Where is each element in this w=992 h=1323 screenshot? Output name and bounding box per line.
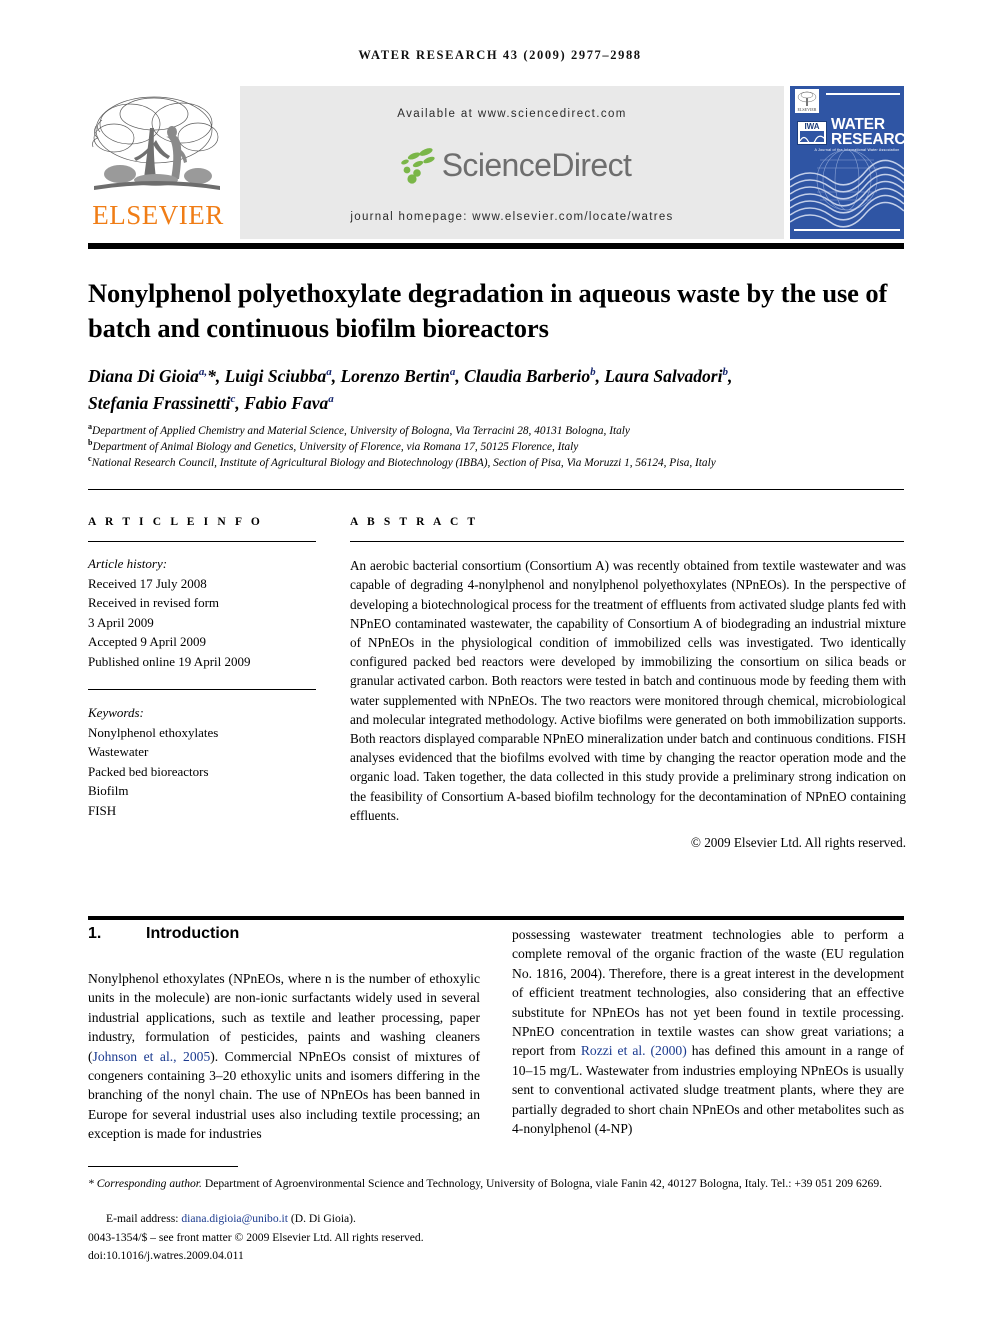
journal-homepage-text: journal homepage: www.elsevier.com/locat…	[350, 211, 674, 223]
corresponding-author-note: * Corresponding author. Department of Ag…	[88, 1177, 883, 1190]
email-note: E-mail address: diana.digioia@unibo.it (…	[88, 1211, 906, 1228]
article-info-heading: A R T I C L E I N F O	[88, 516, 263, 528]
section-title: Introduction	[146, 925, 240, 942]
sciencedirect-band: Available at www.sciencedirect.com Scien…	[240, 86, 784, 239]
article-history-item: Received 17 July 2008	[88, 575, 207, 591]
body-section-divider	[88, 916, 904, 920]
keywords-block: Keywords: Nonylphenol ethoxylates Wastew…	[88, 703, 316, 820]
footnote-divider	[88, 1166, 238, 1168]
article-info-rule	[88, 541, 316, 543]
article-info-section: A R T I C L E I N F O Article history: R…	[88, 516, 316, 820]
author-line-1: Diana Di Gioiaa,*, Luigi Sciubbaa, Loren…	[88, 366, 733, 386]
cover-journal-title: WATER RESEARCH	[831, 117, 904, 148]
keyword-item: Wastewater	[88, 744, 149, 760]
article-history-label: Article history:	[88, 556, 168, 572]
intro-paragraph-left: Nonylphenol ethoxylates (NPnEOs, where n…	[88, 971, 480, 1142]
author-list: Diana Di Gioiaa,*, Luigi Sciubbaa, Loren…	[88, 363, 918, 417]
email-label: E-mail address:	[106, 1212, 179, 1225]
article-history-item: Received in revised form	[88, 595, 220, 611]
page-title: Nonylphenol polyethoxylate degradation i…	[88, 277, 888, 343]
author-line-2: Stefania Frassinettic, Fabio Favaa	[88, 393, 334, 413]
affiliation-item: aDepartment of Applied Chemistry and Mat…	[88, 423, 918, 440]
keyword-item: Packed bed bioreactors	[88, 763, 209, 779]
abstract-section: A B S T R A C T An aerobic bacterial con…	[350, 516, 918, 851]
svg-text:ELSEVIER: ELSEVIER	[798, 107, 817, 112]
iwa-logo-icon: IWA	[797, 121, 827, 145]
cover-bottom-rule	[794, 229, 900, 231]
article-history-item: Published online 19 April 2009	[88, 653, 251, 669]
iwa-label: IWA	[804, 122, 820, 131]
article-history-item: Accepted 9 April 2009	[88, 634, 207, 650]
sciencedirect-logo: ScienceDirect	[240, 138, 784, 193]
abstract-section-divider	[88, 489, 904, 491]
keywords-rule	[88, 689, 316, 691]
affiliation-item: cNational Research Council, Institute of…	[88, 454, 918, 472]
article-history-block: Article history: Received 17 July 2008 R…	[88, 554, 316, 671]
article-history-item: 3 April 2009	[88, 614, 154, 630]
iwa-wave-block	[799, 131, 827, 145]
email-link[interactable]: diana.digioia@unibo.it	[181, 1212, 288, 1225]
body-column-left: 1. Introduction Nonylphenol ethoxylates (…	[88, 925, 480, 1144]
sciencedirect-leaf-icon	[400, 147, 435, 184]
affiliation-text: Department of Animal Biology and Genetic…	[92, 440, 579, 453]
affiliation-text: Department of Applied Chemistry and Mate…	[92, 425, 630, 437]
section-heading-introduction: 1. Introduction	[88, 925, 480, 943]
running-head: WATER RESEARCH 43 (2009) 2977–2988	[358, 48, 642, 62]
cover-tree-icon: ELSEVIER	[795, 89, 819, 113]
keyword-item: Biofilm	[88, 783, 129, 799]
elsevier-wordmark: ELSEVIER	[92, 200, 224, 230]
cover-elsevier-mark-icon: ELSEVIER	[795, 89, 819, 113]
elsevier-tree-icon	[90, 90, 224, 200]
masthead-divider	[88, 243, 904, 249]
iwa-wave-icon	[799, 135, 827, 145]
keyword-item: FISH	[88, 802, 117, 818]
elsevier-logo: ELSEVIER	[88, 86, 228, 239]
journal-article-page: WATER RESEARCH 43 (2009) 2977–2988 ELSEV…	[0, 0, 992, 1323]
body-column-right: possessing wastewater treatment technolo…	[512, 925, 904, 1138]
abstract-heading: A B S T R A C T	[350, 516, 479, 528]
abstract-rule	[350, 541, 904, 543]
email-owner: (D. Di Gioia).	[290, 1212, 356, 1225]
section-number: 1.	[88, 925, 102, 942]
affiliation-item: bDepartment of Animal Biology and Geneti…	[88, 439, 918, 456]
cover-title-line2: RESEARCH	[831, 131, 904, 148]
keywords-label: Keywords:	[88, 705, 144, 721]
abstract-copyright: © 2009 Elsevier Ltd. All rights reserved…	[690, 834, 906, 850]
journal-cover-image: ELSEVIER IWA WATER RESEARCH A Journal of…	[790, 86, 904, 239]
cover-top-rule	[826, 93, 900, 95]
keyword-item: Nonylphenol ethoxylates	[88, 724, 219, 740]
affiliation-list: aDepartment of Applied Chemistry and Mat…	[88, 423, 918, 472]
sciencedirect-wordmark: ScienceDirect	[441, 147, 632, 183]
doi-line: doi:10.1016/j.watres.2009.04.011	[88, 1249, 244, 1262]
issn-copyright-line: 0043-1354/$ – see front matter © 2009 El…	[88, 1231, 424, 1244]
intro-paragraph-right: possessing wastewater treatment technolo…	[512, 927, 904, 1137]
cover-wave-artwork	[790, 150, 904, 228]
abstract-text: An aerobic bacterial consortium (Consort…	[350, 558, 906, 823]
affiliation-text: National Research Council, Institute of …	[91, 456, 716, 469]
available-at-text: Available at www.sciencedirect.com	[397, 108, 627, 120]
masthead: ELSEVIER Available at www.sciencedirect.…	[88, 86, 904, 239]
